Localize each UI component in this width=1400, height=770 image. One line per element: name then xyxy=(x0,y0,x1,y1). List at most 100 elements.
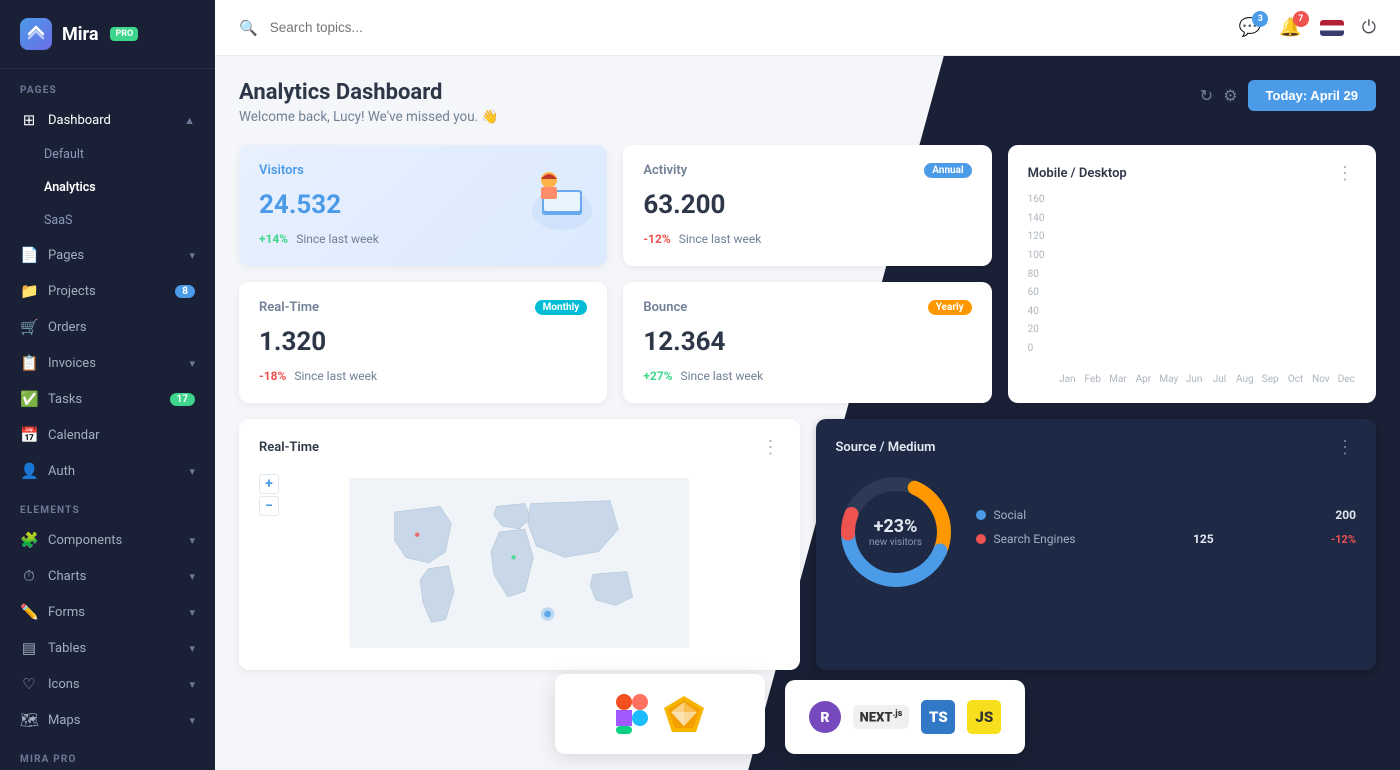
sidebar-subitem-label: Default xyxy=(44,147,84,162)
javascript-logo: JS xyxy=(967,700,1001,734)
sidebar-item-auth[interactable]: 👤 Auth ▾ xyxy=(0,453,215,489)
top-header: 🔍 💬 3 🔔 7 ⏻ xyxy=(215,0,1400,56)
sidebar-item-projects[interactable]: 📁 Projects 8 xyxy=(0,273,215,309)
realtime-badge: Monthly xyxy=(535,300,588,315)
since-text: Since last week xyxy=(296,232,379,246)
zoom-in-button[interactable]: + xyxy=(259,474,279,494)
figma-icon xyxy=(616,694,648,734)
sidebar-item-pages[interactable]: 📄 Pages ▾ xyxy=(0,237,215,273)
app-badge: PRO xyxy=(110,27,138,41)
sidebar-item-label: Pages xyxy=(48,248,84,263)
mira-pro-section-label: MIRA PRO xyxy=(0,738,215,770)
chevron-icon: ▾ xyxy=(189,642,195,655)
donut-section: +23% new visitors Social 200 xyxy=(836,472,1357,592)
sidebar-item-label: Calendar xyxy=(48,428,100,443)
zoom-out-button[interactable]: − xyxy=(259,496,279,516)
invoices-icon: 📋 xyxy=(20,354,38,372)
chart-menu-button[interactable]: ⋮ xyxy=(1336,163,1356,184)
projects-icon: 📁 xyxy=(20,282,38,300)
components-icon: 🧩 xyxy=(20,531,38,549)
tasks-badge: 17 xyxy=(170,393,195,406)
alerts-button[interactable]: 🔔 7 xyxy=(1279,17,1301,38)
notifications-count: 3 xyxy=(1252,11,1268,27)
since-text: Since last week xyxy=(679,232,762,246)
chevron-icon: ▾ xyxy=(189,534,195,547)
card-footer: +27% Since last week xyxy=(643,369,971,383)
card-header: Bounce Yearly xyxy=(643,300,971,315)
pages-icon: 📄 xyxy=(20,246,38,264)
sidebar-item-maps[interactable]: 🗺 Maps ▾ xyxy=(0,702,215,738)
map-menu-button[interactable]: ⋮ xyxy=(762,437,780,458)
source-menu-button[interactable]: ⋮ xyxy=(1336,437,1356,458)
language-flag[interactable] xyxy=(1320,20,1344,36)
sidebar-item-tasks[interactable]: ✅ Tasks 17 xyxy=(0,381,215,417)
page-header: Analytics Dashboard Welcome back, Lucy! … xyxy=(239,80,1376,125)
sidebar-item-dashboard[interactable]: ⊞ Dashboard ▲ xyxy=(0,102,215,138)
chevron-icon: ▾ xyxy=(189,465,195,478)
refresh-icon[interactable]: ↻ xyxy=(1200,86,1213,105)
tasks-icon: ✅ xyxy=(20,390,38,408)
source-value: 125 xyxy=(1193,532,1214,546)
source-dot xyxy=(976,534,986,544)
page-actions: ↻ ⚙ Today: April 29 xyxy=(1200,80,1376,111)
donut-label: new visitors xyxy=(869,537,922,548)
filter-icon[interactable]: ⚙ xyxy=(1223,86,1237,105)
charts-icon: ⏱ xyxy=(20,567,38,585)
chevron-icon: ▾ xyxy=(189,570,195,583)
chart-header: Mobile / Desktop ⋮ xyxy=(1028,163,1356,184)
sidebar: Mira PRO PAGES ⊞ Dashboard ▲ Default Ana… xyxy=(0,0,215,770)
sidebar-subitem-default[interactable]: Default xyxy=(0,138,215,171)
typescript-logo: TS xyxy=(921,700,955,734)
source-change: -12% xyxy=(1331,533,1356,546)
svg-text:R: R xyxy=(820,710,829,726)
power-icon[interactable]: ⏻ xyxy=(1362,17,1376,38)
change-value: -18% xyxy=(259,369,286,383)
sidebar-item-calendar[interactable]: 📅 Calendar xyxy=(0,417,215,453)
search-icon: 🔍 xyxy=(239,19,258,37)
donut-chart: +23% new visitors xyxy=(836,472,956,592)
realtime-value: 1.320 xyxy=(259,327,587,357)
tables-icon: ▤ xyxy=(20,639,38,657)
bounce-value: 12.364 xyxy=(643,327,971,357)
map-card: Real-Time ⋮ + − xyxy=(239,419,800,670)
redux-icon: R xyxy=(809,701,841,733)
sidebar-item-label: Orders xyxy=(48,320,87,335)
logo-icon xyxy=(20,18,52,50)
notifications-button[interactable]: 💬 3 xyxy=(1239,17,1261,38)
auth-icon: 👤 xyxy=(20,462,38,480)
sidebar-item-invoices[interactable]: 📋 Invoices ▾ xyxy=(0,345,215,381)
tech-logos-card-1 xyxy=(555,674,765,754)
date-button[interactable]: Today: April 29 xyxy=(1248,80,1376,111)
sidebar-item-label: Tasks xyxy=(48,392,82,407)
source-value: 200 xyxy=(1335,508,1356,522)
sidebar-subitem-label: SaaS xyxy=(44,213,72,228)
main-content: 🔍 💬 3 🔔 7 ⏻ Analytics Dashboard Welcome … xyxy=(215,0,1400,770)
icons-icon: ♡ xyxy=(20,675,38,693)
card-title: Real-Time xyxy=(259,300,319,315)
alerts-count: 7 xyxy=(1293,11,1309,27)
world-map xyxy=(259,478,780,648)
forms-icon: ✏️ xyxy=(20,603,38,621)
donut-center: +23% new visitors xyxy=(869,516,922,548)
dashboard-icon: ⊞ xyxy=(20,111,38,129)
sidebar-item-tables[interactable]: ▤ Tables ▾ xyxy=(0,630,215,666)
nextjs-logo: NEXT.js xyxy=(853,705,910,729)
sidebar-item-icons[interactable]: ♡ Icons ▾ xyxy=(0,666,215,702)
sidebar-item-forms[interactable]: ✏️ Forms ▾ xyxy=(0,594,215,630)
change-value: -12% xyxy=(643,232,670,246)
sidebar-subitem-analytics[interactable]: Analytics xyxy=(0,171,215,204)
activity-card: Activity Annual 63.200 -12% Since last w… xyxy=(623,145,991,266)
sidebar-item-label: Projects xyxy=(48,284,96,299)
card-footer: -12% Since last week xyxy=(643,232,971,246)
search-input[interactable] xyxy=(270,20,490,35)
app-logo[interactable]: Mira PRO xyxy=(0,0,215,69)
projects-badge: 8 xyxy=(175,285,195,298)
change-value: +27% xyxy=(643,369,672,383)
sidebar-item-charts[interactable]: ⏱ Charts ▾ xyxy=(0,558,215,594)
sidebar-item-orders[interactable]: 🛒 Orders xyxy=(0,309,215,345)
sidebar-subitem-saas[interactable]: SaaS xyxy=(0,204,215,237)
visitor-illustration xyxy=(497,155,597,235)
card-header: Real-Time Monthly xyxy=(259,300,587,315)
card-title: Bounce xyxy=(643,300,687,315)
sidebar-item-components[interactable]: 🧩 Components ▾ xyxy=(0,522,215,558)
